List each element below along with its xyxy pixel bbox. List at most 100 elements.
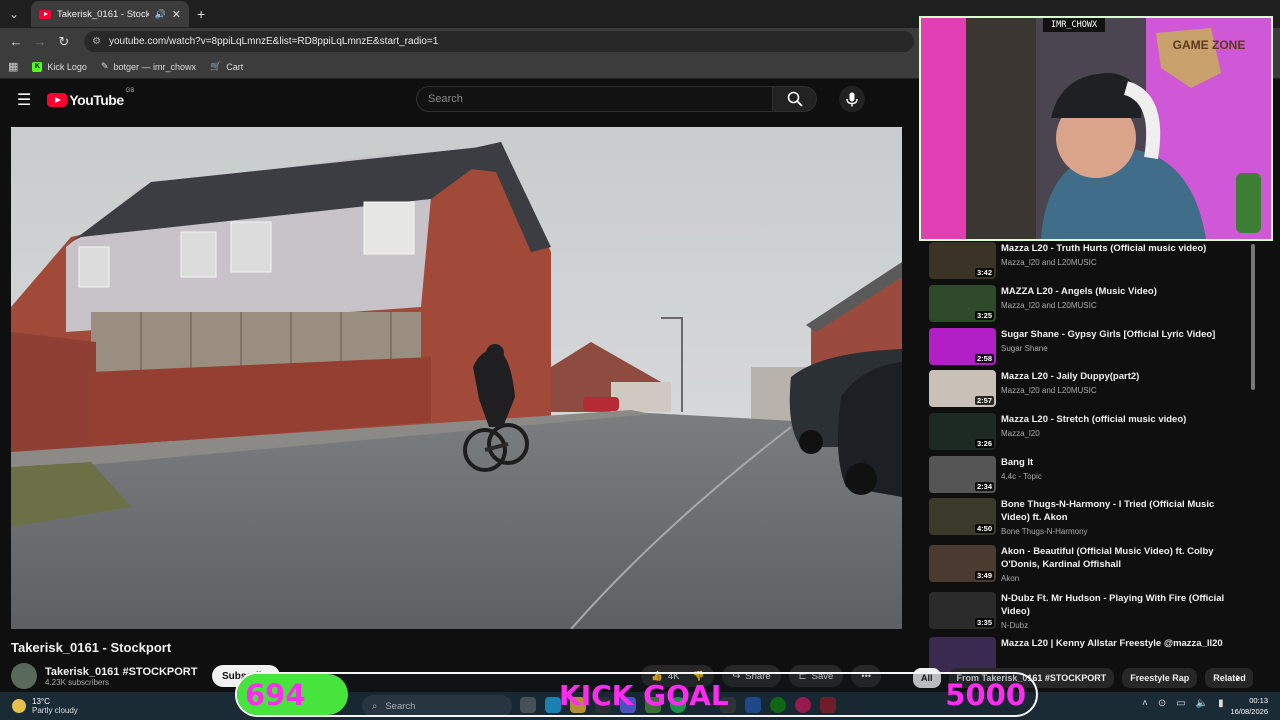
video-player[interactable] xyxy=(11,127,902,629)
recommendation-channel[interactable]: Mazza_l20 xyxy=(1001,429,1231,438)
bookmark-label: Kick Logo xyxy=(47,61,87,72)
youtube-logo-icon xyxy=(47,93,68,107)
recommendation-channel[interactable]: Akon xyxy=(1001,574,1231,583)
tab-list-icon[interactable]: ⌄ xyxy=(3,3,25,25)
recommendation-item[interactable]: 2:57 Mazza L20 - Jaily Duppy(part2) Mazza_… xyxy=(929,370,1249,407)
reload-icon[interactable]: ↻ xyxy=(52,34,76,50)
url-field[interactable]: ⚙ youtube.com/watch?v=8ppiLqLmnzE&list=R… xyxy=(84,31,914,52)
clock-time: 00:13 xyxy=(1249,696,1268,705)
site-info-icon[interactable]: ⚙ xyxy=(92,36,101,47)
recommendation-item[interactable]: 3:49 Akon - Beautiful (Official Music Vid… xyxy=(929,545,1249,583)
recommendation-item[interactable]: 3:42 Mazza L20 - Truth Hurts (Official mu… xyxy=(929,242,1249,279)
recommendation-channel[interactable]: Bone Thugs-N-Harmony xyxy=(1001,527,1231,536)
recommendation-channel[interactable]: N-Dubz xyxy=(1001,621,1231,630)
video-duration: 2:58 xyxy=(974,354,994,363)
network-icon[interactable]: ▭ xyxy=(1176,698,1185,709)
recommendation-channel[interactable]: Mazza_l20 and L20MUSIC xyxy=(1001,386,1231,395)
recommendation-item[interactable]: 2:34 Bang It 4.4c - Topic xyxy=(929,456,1249,493)
recommendation-title[interactable]: MAZZA L20 - Angels (Music Video) xyxy=(1001,285,1231,298)
chip-related[interactable]: Related xyxy=(1205,668,1253,688)
volume-icon[interactable]: 🔈 xyxy=(1196,698,1208,709)
video-thumbnail[interactable]: 3:25 xyxy=(929,285,996,322)
recommendation-text: Akon - Beautiful (Official Music Video) … xyxy=(1001,545,1231,583)
search-input[interactable] xyxy=(416,86,773,112)
video-thumbnail[interactable]: 2:57 xyxy=(929,370,996,407)
search-button[interactable] xyxy=(773,86,817,112)
recommendation-title[interactable]: Bone Thugs-N-Harmony - I Tried (Official… xyxy=(1001,498,1231,524)
video-duration: 4:50 xyxy=(974,524,994,533)
new-tab-icon[interactable]: + xyxy=(197,6,205,22)
clock-date: 16/08/2026 xyxy=(1230,707,1268,716)
region-code: GB xyxy=(125,88,135,94)
channel-info: Takerisk_0161 #STOCKPORT 4.23K subscribe… xyxy=(45,666,197,687)
channel-avatar[interactable] xyxy=(11,663,37,689)
apps-grid-icon[interactable]: ▦ xyxy=(8,60,18,73)
video-duration: 3:25 xyxy=(974,311,994,320)
recommendation-title[interactable]: Mazza L20 | Kenny Allstar Freestyle @maz… xyxy=(1001,637,1231,650)
system-clock[interactable]: 00:13 16/08/2026 xyxy=(1222,695,1268,717)
recommendation-channel[interactable]: Sugar Shane xyxy=(1001,344,1231,353)
youtube-logo[interactable]: YouTube GB xyxy=(47,88,134,108)
video-thumbnail[interactable]: 3:42 xyxy=(929,242,996,279)
recommendation-title[interactable]: Mazza L20 - Stretch (official music vide… xyxy=(1001,413,1231,426)
recommendation-item[interactable]: 3:25 MAZZA L20 - Angels (Music Video) Mazz… xyxy=(929,285,1249,322)
bookmark-botger[interactable]: ✎ botger — imr_chowx xyxy=(101,61,196,72)
video-thumbnail[interactable]: 2:34 xyxy=(929,456,996,493)
kick-icon: K xyxy=(32,61,43,72)
menu-icon[interactable]: ☰ xyxy=(17,90,31,110)
recommendation-item[interactable]: 2:58 Sugar Shane - Gypsy Girls [Official … xyxy=(929,328,1249,365)
forward-icon[interactable]: → xyxy=(28,34,52,49)
youtube-logo-text: YouTube xyxy=(69,92,124,108)
video-frame-street-scene xyxy=(11,127,902,629)
recommendation-title[interactable]: Bang It xyxy=(1001,456,1231,469)
chevron-right-icon[interactable]: › xyxy=(1236,670,1240,684)
bookmark-kick-logo[interactable]: K Kick Logo xyxy=(32,61,87,72)
recommendation-item[interactable]: 3:35 N-Dubz Ft. Mr Hudson - Playing With … xyxy=(929,592,1249,630)
youtube-favicon-icon xyxy=(39,9,51,19)
recommendations-scrollbar[interactable] xyxy=(1251,244,1255,390)
chevron-up-icon[interactable]: ˄ xyxy=(1142,698,1148,709)
recommendation-title[interactable]: Mazza L20 - Truth Hurts (Official music … xyxy=(1001,242,1231,255)
recommendation-title[interactable]: N-Dubz Ft. Mr Hudson - Playing With Fire… xyxy=(1001,592,1231,618)
recommendation-item[interactable]: 3:26 Mazza L20 - Stretch (official music … xyxy=(929,413,1249,450)
back-icon[interactable]: ← xyxy=(4,34,28,49)
partly-cloudy-icon xyxy=(12,699,26,713)
recommendation-text: N-Dubz Ft. Mr Hudson - Playing With Fire… xyxy=(1001,592,1231,630)
channel-name[interactable]: Takerisk_0161 #STOCKPORT xyxy=(45,666,197,678)
webcam-overlay: IMR_CHOWX GAME ZONE xyxy=(919,16,1273,241)
video-duration: 3:26 xyxy=(974,439,994,448)
video-title: Takerisk_0161 - Stockport xyxy=(11,640,172,655)
system-tray: ˄ ⊙ ▭ 🔈 ▮ xyxy=(1142,698,1224,709)
recommendation-title[interactable]: Akon - Beautiful (Official Music Video) … xyxy=(1001,545,1231,571)
video-thumbnail[interactable]: 3:35 xyxy=(929,592,996,629)
subscriber-count: 4.23K subscribers xyxy=(45,677,110,687)
browser-tab[interactable]: Takerisk_0161 - Stockport 🔊 ✕ xyxy=(31,1,189,27)
recommendation-channel[interactable]: Mazza_l20 and L20MUSIC xyxy=(1001,258,1231,267)
chip-freestyle-rap[interactable]: Freestyle Rap xyxy=(1122,668,1198,688)
video-thumbnail[interactable]: 3:26 xyxy=(929,413,996,450)
goal-target: 5000 xyxy=(945,678,1026,712)
recommendation-title[interactable]: Mazza L20 - Jaily Duppy(part2) xyxy=(1001,370,1231,383)
goal-label: KICK GOAL xyxy=(559,679,729,712)
goal-current: 694 xyxy=(245,678,306,712)
video-duration: 3:49 xyxy=(974,571,994,580)
game-zone-sign: GAME ZONE xyxy=(1172,38,1246,52)
recommendation-channel[interactable]: 4.4c - Topic xyxy=(1001,472,1231,481)
video-thumbnail[interactable]: 3:49 xyxy=(929,545,996,582)
recommendation-title[interactable]: Sugar Shane - Gypsy Girls [Official Lyri… xyxy=(1001,328,1231,341)
speaker-icon[interactable]: 🔊 xyxy=(155,9,166,20)
voice-search-button[interactable] xyxy=(839,86,865,112)
search-box xyxy=(416,86,865,112)
video-thumbnail[interactable]: 4:50 xyxy=(929,498,996,535)
bookmark-cart[interactable]: 🛒 Cart xyxy=(210,61,243,72)
recommendation-item[interactable]: 4:50 Bone Thugs-N-Harmony - I Tried (Offi… xyxy=(929,498,1249,536)
video-thumbnail[interactable]: 2:58 xyxy=(929,328,996,365)
botger-icon: ✎ xyxy=(100,61,109,71)
bookmark-label: Cart xyxy=(226,61,244,72)
weather-widget[interactable]: 13°C Partly cloudy xyxy=(12,697,78,715)
location-icon[interactable]: ⊙ xyxy=(1158,698,1166,709)
recommendation-text: Mazza L20 - Stretch (official music vide… xyxy=(1001,413,1231,450)
url-text: youtube.com/watch?v=8ppiLqLmnzE&list=RD8… xyxy=(108,36,439,47)
close-tab-icon[interactable]: ✕ xyxy=(172,8,181,21)
recommendation-channel[interactable]: Mazza_l20 and L20MUSIC xyxy=(1001,301,1231,310)
